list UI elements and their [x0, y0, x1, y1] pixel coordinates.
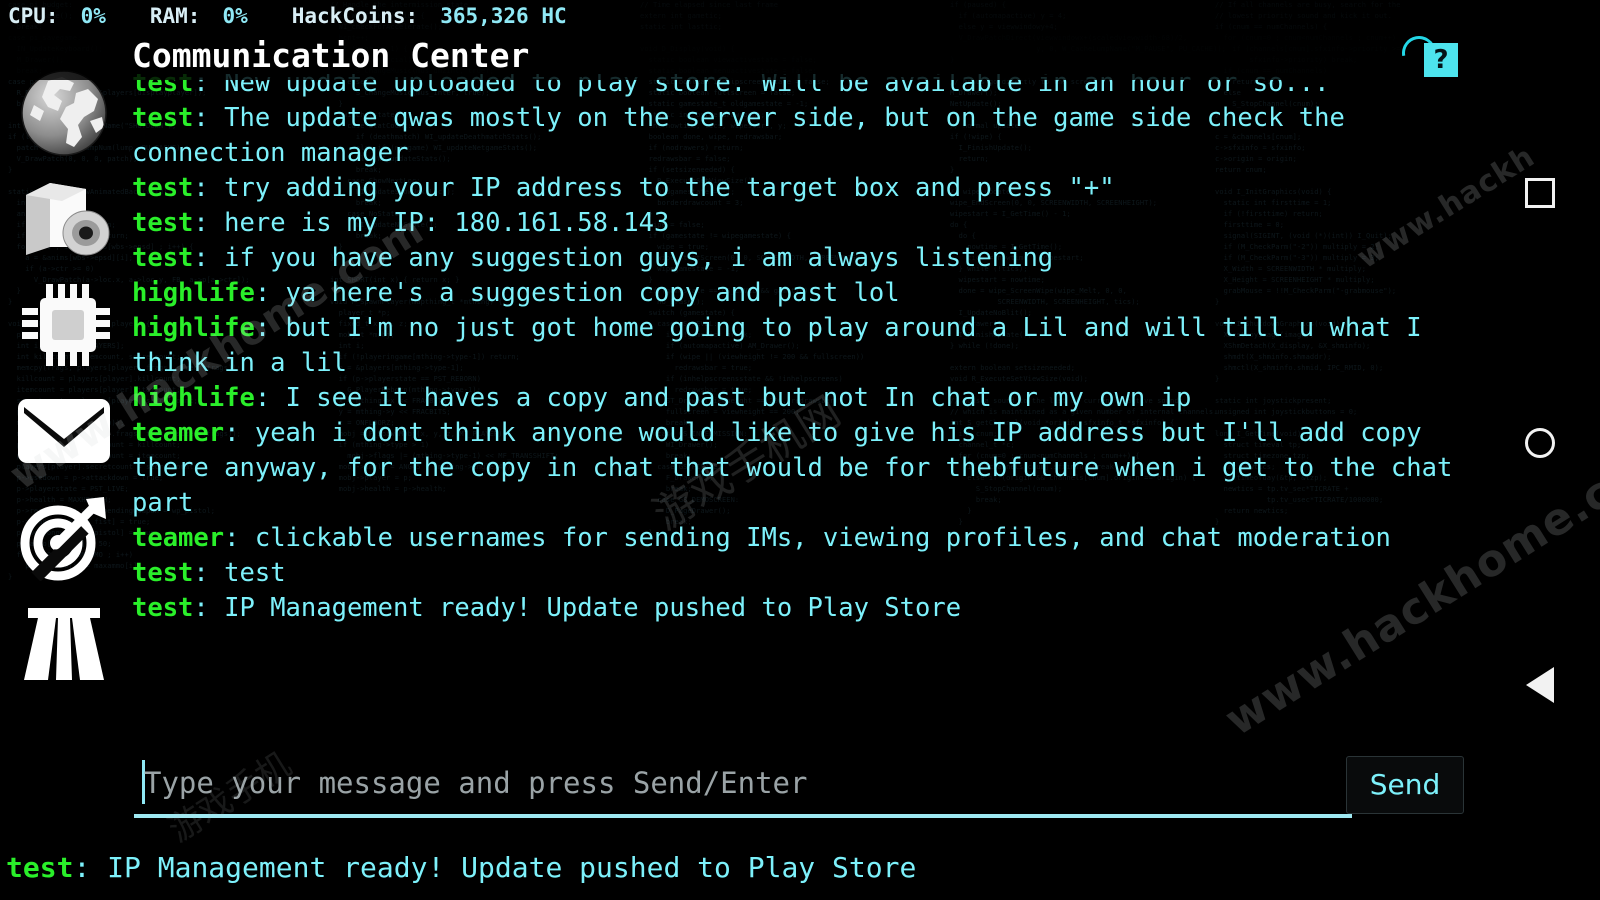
cpu-value: 0%: [80, 4, 106, 28]
target-arrow-icon: [18, 493, 110, 581]
chat-separator: :: [193, 103, 225, 133]
globe-icon: [18, 67, 110, 159]
chat-username[interactable]: test: [132, 103, 193, 133]
device-screen: case pi_budget: D_DrawGame(); break; cas…: [0, 0, 1600, 900]
chat-text: clickable usernames for sending IMs, vie…: [254, 523, 1391, 553]
recents-square-icon[interactable]: [1480, 158, 1600, 228]
chat-message-list[interactable]: test: New update uploaded to play store.…: [128, 74, 1476, 738]
chat-username[interactable]: test: [132, 243, 193, 273]
hackcoins-label: HackCoins:: [291, 4, 419, 28]
sidebar-item-software[interactable]: [0, 166, 128, 272]
sidebar-item-messages[interactable]: [0, 378, 128, 484]
chat-message: teamer: clickable usernames for sending …: [132, 521, 1470, 556]
message-input-wrapper[interactable]: [134, 752, 1352, 818]
sidebar-item-targets[interactable]: [0, 484, 128, 590]
page-title: Communication Center: [132, 36, 530, 75]
chat-separator: :: [193, 243, 225, 273]
sidebar-item-missions[interactable]: [0, 590, 128, 696]
chat-separator: :: [193, 173, 225, 203]
hud-status-bar: CPU: 0% RAM: 0% HackCoins: 365,326 HC: [0, 0, 1480, 32]
chat-text: The update qwas mostly on the server sid…: [132, 103, 1345, 168]
chat-text: try adding your IP address to the target…: [224, 173, 1115, 203]
chat-separator: :: [193, 558, 225, 588]
status-ticker: test: IP Management ready! Update pushed…: [0, 834, 1480, 900]
ticker-line: test: IP Management ready! Update pushed…: [6, 851, 916, 884]
chat-text: if you have any suggestion guys, i am al…: [224, 243, 1054, 273]
chat-username[interactable]: test: [132, 593, 193, 623]
chat-text: here is my IP: 180.161.58.143: [224, 208, 670, 238]
chat-separator: :: [254, 278, 286, 308]
help-button[interactable]: ?: [1424, 43, 1458, 77]
chat-message: test: if you have any suggestion guys, i…: [132, 241, 1470, 276]
software-box-cd-icon: [16, 177, 112, 261]
chat-username[interactable]: test: [132, 208, 193, 238]
chat-username[interactable]: test: [132, 558, 193, 588]
road-icon: [16, 604, 112, 682]
chat-message: test: here is my IP: 180.161.58.143: [132, 206, 1470, 241]
chat-username[interactable]: highlife: [132, 383, 255, 413]
hackcoins-value: 365,326 HC: [440, 4, 567, 28]
chat-text: I see it haves a copy and past but not I…: [285, 383, 1192, 413]
cpu-chip-icon: [18, 282, 110, 368]
chat-separator: :: [254, 313, 286, 343]
app-header: Communication Center ?: [0, 29, 1480, 80]
chat-text: but I'm no just got home going to play a…: [132, 313, 1422, 378]
ram-label: RAM:: [149, 4, 201, 28]
chat-username[interactable]: teamer: [132, 418, 224, 448]
cpu-label: CPU:: [8, 4, 59, 28]
chat-message: test: test: [132, 556, 1470, 591]
chat-separator: :: [193, 593, 225, 623]
sidebar-item-hardware[interactable]: [0, 272, 128, 378]
home-circle-icon[interactable]: [1480, 408, 1600, 478]
android-navigation-bar: [1480, 0, 1600, 900]
chat-message: test: try adding your IP address to the …: [132, 171, 1470, 206]
chat-message: teamer: yeah i dont think anyone would l…: [132, 416, 1470, 521]
chat-text: test: [224, 558, 286, 588]
chat-username[interactable]: teamer: [132, 523, 224, 553]
chat-username[interactable]: highlife: [132, 278, 255, 308]
app-root: CPU: 0% RAM: 0% HackCoins: 365,326 HC Co…: [0, 0, 1480, 900]
chat-text: yeah i dont think anyone would like to g…: [132, 418, 1453, 518]
chat-separator: :: [224, 523, 255, 553]
chat-message: test: IP Management ready! Update pushed…: [132, 591, 1470, 626]
chat-separator: :: [254, 383, 286, 413]
chat-message: highlife: I see it haves a copy and past…: [132, 381, 1470, 416]
ram-value: 0%: [222, 4, 248, 28]
chat-message: highlife: ya here's a suggestion copy an…: [132, 276, 1470, 311]
chat-username[interactable]: test: [132, 173, 193, 203]
ticker-text: IP Management ready! Update pushed to Pl…: [107, 850, 917, 884]
mail-envelope-icon: [16, 395, 112, 467]
chat-separator: :: [193, 208, 225, 238]
back-triangle-icon[interactable]: [1480, 650, 1600, 720]
chat-separator: :: [224, 418, 255, 448]
message-input[interactable]: [144, 754, 1344, 812]
sidebar-nav: [0, 46, 128, 900]
chat-username[interactable]: highlife: [132, 313, 255, 343]
chat-message: highlife: but I'm no just got home going…: [132, 311, 1470, 381]
chat-text: IP Management ready! Update pushed to Pl…: [224, 593, 962, 623]
message-composer: Send: [128, 752, 1476, 824]
send-button[interactable]: Send: [1346, 756, 1464, 814]
chat-text: ya here's a suggestion copy and past lol: [285, 278, 900, 308]
chat-message: test: The update qwas mostly on the serv…: [132, 101, 1470, 171]
